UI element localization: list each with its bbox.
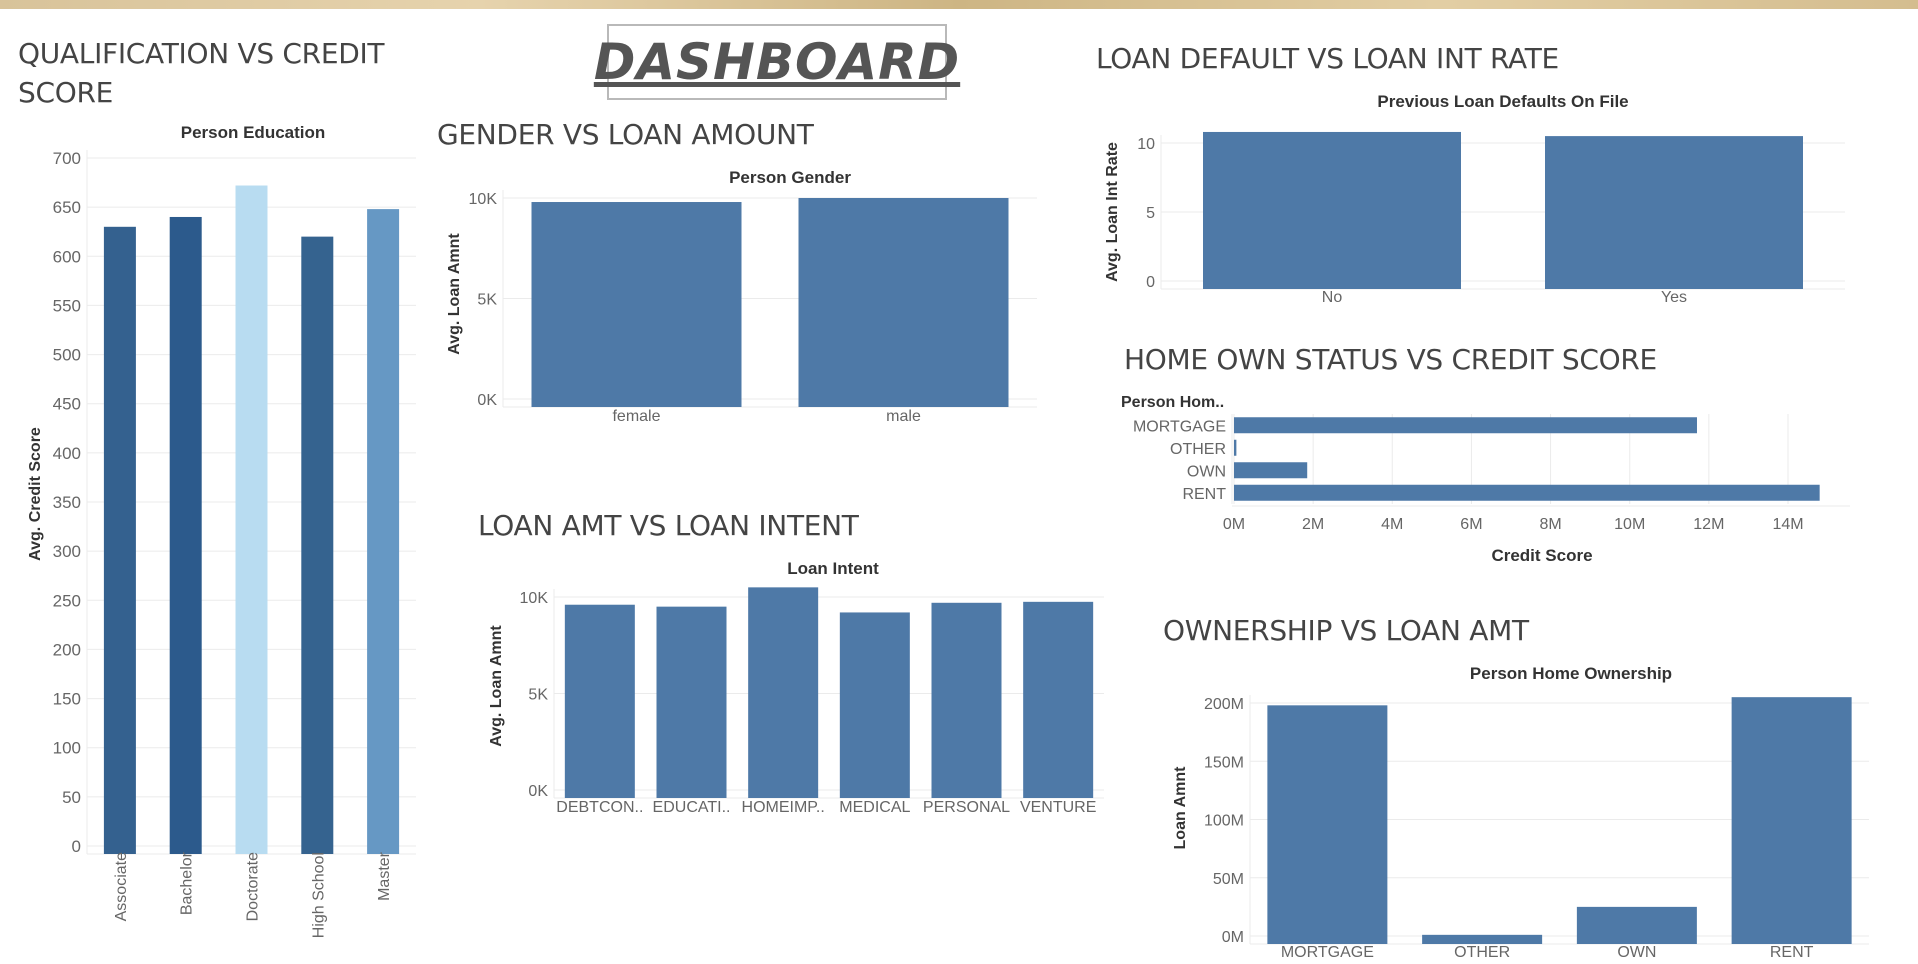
chart-header: Person Home Ownership	[1470, 664, 1672, 683]
bar-mortgage	[1267, 705, 1388, 944]
y-tick-label: 150M	[1204, 754, 1244, 771]
y-axis-label: Loan Amnt	[1172, 766, 1189, 850]
y-tick-label: 200M	[1204, 696, 1244, 713]
y-tick-label: 0M	[1222, 929, 1244, 946]
x-tick-label: MORTGAGE	[1281, 944, 1374, 961]
x-tick-label: OWN	[1617, 944, 1656, 961]
bar-other	[1422, 934, 1543, 944]
x-tick-label: OTHER	[1454, 944, 1510, 961]
y-tick-label: 100M	[1204, 813, 1244, 830]
bar-own	[1576, 906, 1697, 944]
y-tick-label: 50M	[1213, 871, 1244, 888]
ownership-chart: Person Home Ownership 0M 50M 100M 150M 200M Lo…	[1172, 664, 1869, 961]
bar-rent	[1731, 697, 1852, 944]
x-tick-label: RENT	[1770, 944, 1814, 961]
